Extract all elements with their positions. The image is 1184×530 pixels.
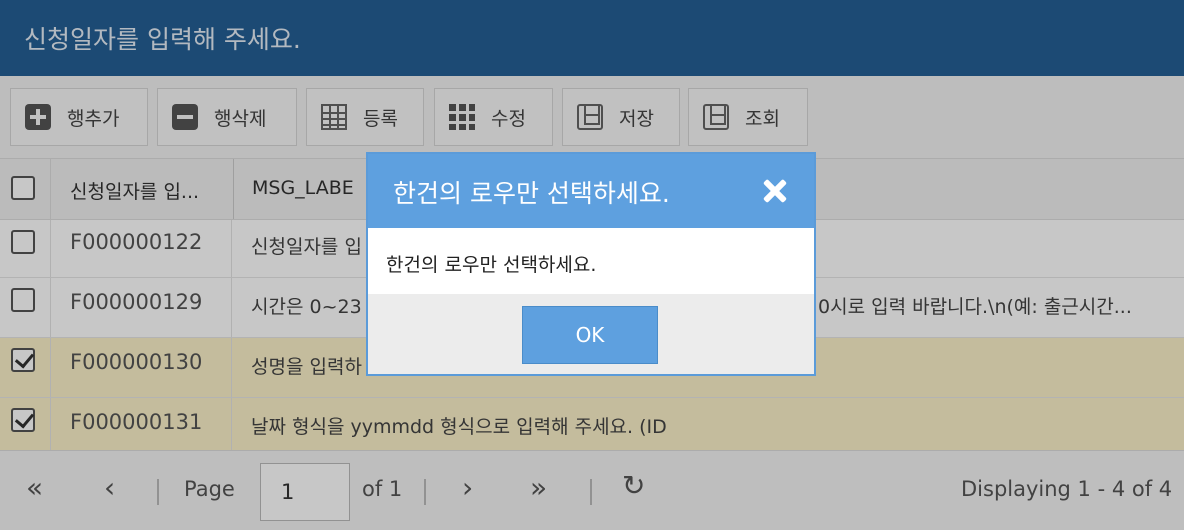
close-icon[interactable] — [762, 178, 788, 204]
dialog-title: 한건의 로우만 선택하세요. — [393, 179, 670, 208]
dialog-message: 한건의 로우만 선택하세요. — [386, 254, 597, 276]
dialog-header: 한건의 로우만 선택하세요. — [368, 154, 814, 228]
ok-button[interactable]: OK — [522, 306, 658, 364]
dialog-body: 한건의 로우만 선택하세요. — [368, 228, 814, 294]
alert-dialog: 한건의 로우만 선택하세요. 한건의 로우만 선택하세요. OK — [366, 152, 816, 376]
